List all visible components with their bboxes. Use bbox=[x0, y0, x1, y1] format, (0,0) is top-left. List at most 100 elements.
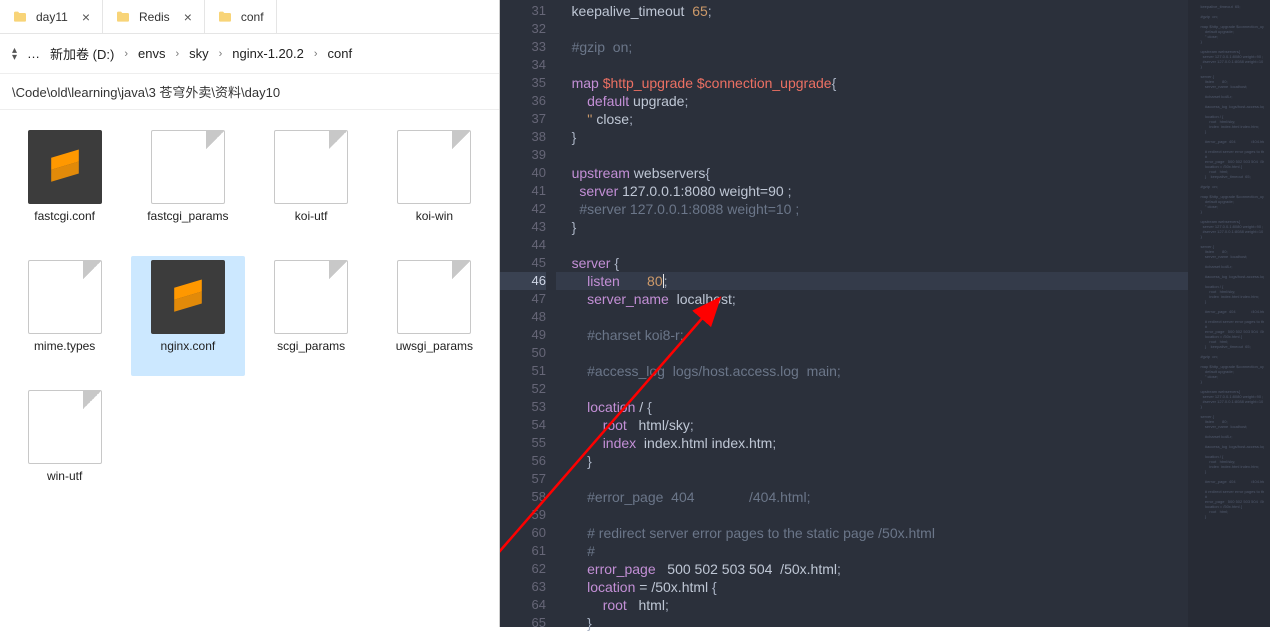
file-item[interactable]: win-utf bbox=[8, 386, 121, 506]
line-number: 41 bbox=[500, 182, 546, 200]
breadcrumb-item[interactable]: 新加卷 (D:) bbox=[50, 44, 114, 63]
code-line[interactable]: root html/sky; bbox=[556, 416, 1188, 434]
minimap[interactable]: keepalive_timeout 65; #gzip on; map $htt… bbox=[1188, 0, 1270, 627]
code-line[interactable]: root html; bbox=[556, 596, 1188, 614]
explorer-tabs: day11 × Redis × conf bbox=[0, 0, 499, 34]
tab-redis[interactable]: Redis × bbox=[103, 0, 205, 33]
code-line[interactable]: #gzip on; bbox=[556, 38, 1188, 56]
line-number: 40 bbox=[500, 164, 546, 182]
code-line[interactable]: index index.html index.htm; bbox=[556, 434, 1188, 452]
code-line[interactable]: location / { bbox=[556, 398, 1188, 416]
code-line[interactable]: map $http_upgrade $connection_upgrade{ bbox=[556, 74, 1188, 92]
file-label: fastcgi_params bbox=[147, 210, 228, 224]
tab-day11[interactable]: day11 × bbox=[0, 0, 103, 33]
code-editor[interactable]: 3132333435363738394041424344454647484950… bbox=[500, 0, 1270, 627]
line-number: 50 bbox=[500, 344, 546, 362]
file-label: fastcgi.conf bbox=[34, 210, 95, 224]
code-line[interactable] bbox=[556, 56, 1188, 74]
code-line[interactable]: # bbox=[556, 542, 1188, 560]
code-line[interactable] bbox=[556, 146, 1188, 164]
file-explorer: day11×Redis×conf ▴▾ … 新加卷 (D:)›envs›sky›… bbox=[0, 0, 500, 627]
breadcrumb-item[interactable]: nginx-1.20.2 bbox=[232, 46, 304, 61]
generic-file-icon bbox=[151, 130, 225, 204]
tab-label: conf bbox=[241, 10, 264, 24]
line-number: 55 bbox=[500, 434, 546, 452]
code-line[interactable]: keepalive_timeout 65; bbox=[556, 2, 1188, 20]
code-line[interactable] bbox=[556, 380, 1188, 398]
file-item[interactable]: nginx.conf bbox=[131, 256, 244, 376]
close-icon[interactable]: × bbox=[184, 9, 192, 25]
code-line[interactable] bbox=[556, 470, 1188, 488]
breadcrumb-item[interactable]: sky bbox=[189, 46, 209, 61]
generic-file-icon bbox=[274, 130, 348, 204]
breadcrumb-item[interactable]: envs bbox=[138, 46, 165, 61]
line-number: 49 bbox=[500, 326, 546, 344]
line-number: 61 bbox=[500, 542, 546, 560]
generic-file-icon bbox=[397, 260, 471, 334]
code-line[interactable]: #server 127.0.0.1:8088 weight=10 ; bbox=[556, 200, 1188, 218]
file-label: win-utf bbox=[47, 470, 82, 484]
code-line[interactable]: error_page 500 502 503 504 /50x.html; bbox=[556, 560, 1188, 578]
line-number: 34 bbox=[500, 56, 546, 74]
file-item[interactable]: fastcgi_params bbox=[131, 126, 244, 246]
code-line[interactable]: } bbox=[556, 452, 1188, 470]
line-number: 58 bbox=[500, 488, 546, 506]
line-number: 52 bbox=[500, 380, 546, 398]
code-line[interactable]: location = /50x.html { bbox=[556, 578, 1188, 596]
line-number: 37 bbox=[500, 110, 546, 128]
code-line[interactable]: upstream webservers{ bbox=[556, 164, 1188, 182]
line-number: 42 bbox=[500, 200, 546, 218]
path-bar[interactable]: \Code\old\learning\java\3 苍穹外卖\资料\day10 bbox=[0, 74, 499, 110]
code-area[interactable]: keepalive_timeout 65; #gzip on; map $htt… bbox=[556, 0, 1188, 627]
generic-file-icon bbox=[397, 130, 471, 204]
code-line[interactable]: server { bbox=[556, 254, 1188, 272]
breadcrumb-scroll[interactable]: ▴▾ bbox=[12, 47, 17, 61]
generic-file-icon bbox=[274, 260, 348, 334]
file-label: nginx.conf bbox=[161, 340, 216, 354]
file-item[interactable]: fastcgi.conf bbox=[8, 126, 121, 246]
code-line[interactable]: } bbox=[556, 218, 1188, 236]
file-label: koi-utf bbox=[295, 210, 328, 224]
line-number: 57 bbox=[500, 470, 546, 488]
line-number: 35 bbox=[500, 74, 546, 92]
file-item[interactable]: mime.types bbox=[8, 256, 121, 376]
code-line[interactable]: } bbox=[556, 128, 1188, 146]
file-item[interactable]: scgi_params bbox=[255, 256, 368, 376]
file-item[interactable]: koi-win bbox=[378, 126, 491, 246]
code-line[interactable]: server 127.0.0.1:8080 weight=90 ; bbox=[556, 182, 1188, 200]
code-line[interactable]: #error_page 404 /404.html; bbox=[556, 488, 1188, 506]
generic-file-icon bbox=[28, 390, 102, 464]
code-line[interactable] bbox=[556, 344, 1188, 362]
code-line[interactable]: '' close; bbox=[556, 110, 1188, 128]
file-item[interactable]: koi-utf bbox=[255, 126, 368, 246]
line-number: 48 bbox=[500, 308, 546, 326]
code-line[interactable]: #access_log logs/host.access.log main; bbox=[556, 362, 1188, 380]
tab-label: day11 bbox=[36, 10, 68, 24]
breadcrumb[interactable]: ▴▾ … 新加卷 (D:)›envs›sky›nginx-1.20.2›conf bbox=[0, 34, 499, 74]
line-number: 38 bbox=[500, 128, 546, 146]
code-line[interactable] bbox=[556, 308, 1188, 326]
code-line[interactable] bbox=[556, 236, 1188, 254]
code-line[interactable] bbox=[556, 506, 1188, 524]
line-number: 51 bbox=[500, 362, 546, 380]
file-label: koi-win bbox=[416, 210, 453, 224]
code-line[interactable] bbox=[556, 20, 1188, 38]
code-line[interactable]: # redirect server error pages to the sta… bbox=[556, 524, 1188, 542]
line-number: 33 bbox=[500, 38, 546, 56]
file-item[interactable]: uwsgi_params bbox=[378, 256, 491, 376]
line-number: 54 bbox=[500, 416, 546, 434]
code-line[interactable]: #charset koi8-r; bbox=[556, 326, 1188, 344]
breadcrumb-item[interactable]: conf bbox=[328, 46, 353, 61]
tab-label: Redis bbox=[139, 10, 170, 24]
code-line[interactable]: server_name localhost; bbox=[556, 290, 1188, 308]
line-number: 64 bbox=[500, 596, 546, 614]
file-grid: fastcgi.conf fastcgi_params koi-utf koi-win… bbox=[0, 110, 499, 627]
tab-conf[interactable]: conf bbox=[205, 0, 277, 33]
chevron-right-icon: › bbox=[219, 48, 223, 60]
close-icon[interactable]: × bbox=[82, 9, 90, 25]
code-line[interactable]: default upgrade; bbox=[556, 92, 1188, 110]
code-line[interactable]: listen 80; bbox=[556, 272, 1188, 290]
breadcrumb-more[interactable]: … bbox=[27, 46, 40, 61]
code-line[interactable]: } bbox=[556, 614, 1188, 632]
sublime-file-icon bbox=[151, 260, 225, 334]
